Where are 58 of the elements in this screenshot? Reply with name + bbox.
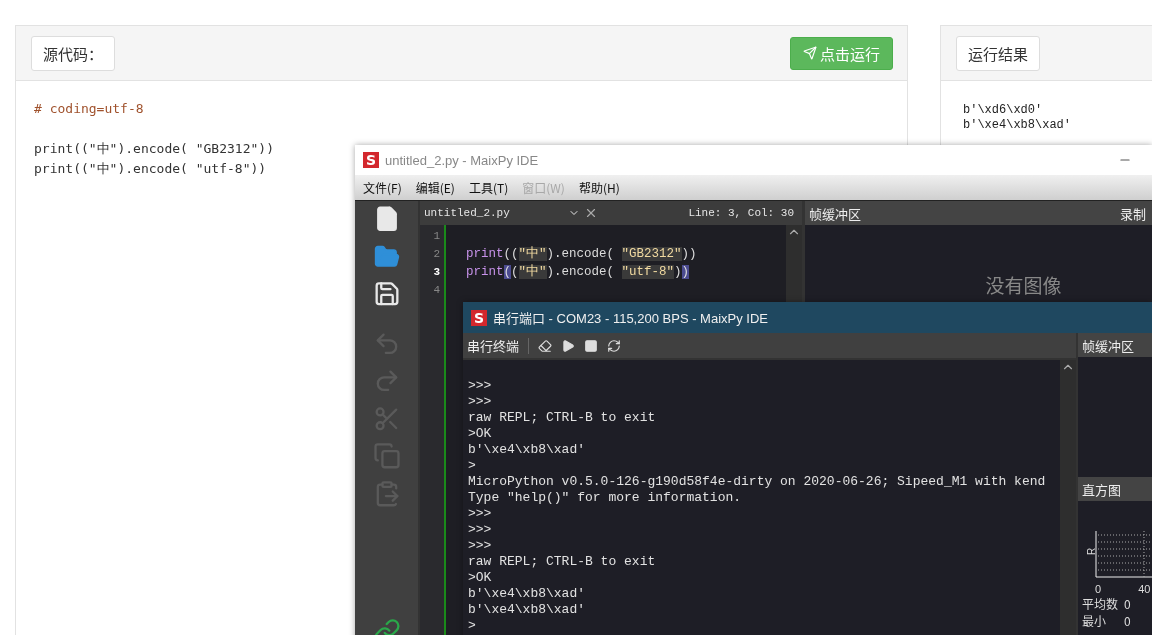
panel-title: 帧缓冲区 (809, 203, 861, 223)
stat-value: 0 (1124, 595, 1131, 612)
panel-title: 帧缓冲区 (1082, 335, 1134, 355)
menu-item[interactable]: 帮助(H) (578, 179, 620, 196)
line-number: 3 (433, 265, 440, 280)
terminal-line: > (468, 458, 477, 474)
code-line: print(("中").encode( "utf-8")) (34, 160, 267, 178)
code-line: print(("中").encode( "utf-8")) (466, 263, 691, 281)
terminal-line: >>> (468, 506, 493, 522)
terminal-line: >>> (468, 378, 493, 394)
close-icon[interactable] (584, 206, 598, 220)
stop-icon[interactable] (584, 338, 598, 353)
stat-label: 最小 (1082, 612, 1107, 629)
result-label: 运行结果 (956, 35, 1040, 71)
terminal-line: > (468, 618, 477, 634)
source-label: 源代码： (31, 35, 115, 71)
terminal-line: >>> (468, 522, 493, 538)
play-icon[interactable] (561, 338, 575, 353)
terminal-line: >>> (468, 394, 493, 410)
histogram-drawing: R (1082, 527, 1152, 583)
axis-tick: 40 (1138, 583, 1151, 595)
app-logo: S (471, 309, 487, 326)
code-line: print(("中").encode( "GB2312")) (466, 245, 698, 263)
line-number: 2 (433, 247, 440, 262)
line-number: 1 (433, 229, 440, 244)
terminal-line: b'\xe4\xb8\xad' (468, 586, 587, 602)
axis-tick: 0 (1095, 583, 1102, 595)
terminal-line: b'\xe4\xb8\xad' (468, 602, 587, 618)
terminal-line: raw REPL; CTRL-B to exit (468, 410, 657, 426)
refresh-icon[interactable] (607, 338, 621, 353)
panel-title: 直方图 (1082, 479, 1121, 499)
toolbar-label: 串行终端 (467, 336, 519, 355)
no-image-text: 没有图像 (985, 271, 1062, 297)
window-title: 串行端口 - COM23 - 115,200 BPS - MaixPy IDE (493, 310, 769, 327)
eraser-icon[interactable] (538, 338, 552, 353)
record-button[interactable]: 录制 (1120, 203, 1146, 223)
file-name[interactable]: untitled_2.py (424, 207, 564, 219)
terminal-line: >>> (468, 538, 493, 554)
menu-item[interactable]: 工具(T) (468, 179, 509, 196)
terminal-line: b'\xe4\xb8\xad' (468, 442, 587, 458)
stat-value: 0 (1124, 612, 1131, 629)
app-logo: S (363, 152, 379, 168)
output-line: b'\xe4\xb8\xad' (963, 118, 1073, 133)
menu-item[interactable]: 文件(F) (363, 179, 402, 196)
code-comment: # coding=utf-8 (34, 100, 144, 118)
terminal-line: raw REPL; CTRL-B to exit (468, 554, 657, 570)
line-number: 4 (433, 283, 440, 298)
window-title: untitled_2.py - MaixPy IDE (385, 152, 540, 168)
code-line: print(("中").encode( "GB2312")) (34, 140, 274, 158)
terminal-line: Type "help()" for more information. (468, 490, 743, 506)
terminal-line: >OK (468, 570, 493, 586)
menu-item[interactable]: 编辑(E) (415, 179, 455, 196)
send-icon (803, 46, 817, 60)
terminal-line: >OK (468, 426, 493, 442)
stat-label: 平均数 (1082, 595, 1118, 612)
terminal-line: MicroPython v0.5.0-126-g190d58f4e-dirty on 2020-06-26; Sipeed_M1 with kend (468, 474, 1047, 490)
cursor-position: Line: 3, Col: 30 (688, 207, 795, 219)
output-line: b'\xd6\xd0' (963, 103, 1044, 118)
